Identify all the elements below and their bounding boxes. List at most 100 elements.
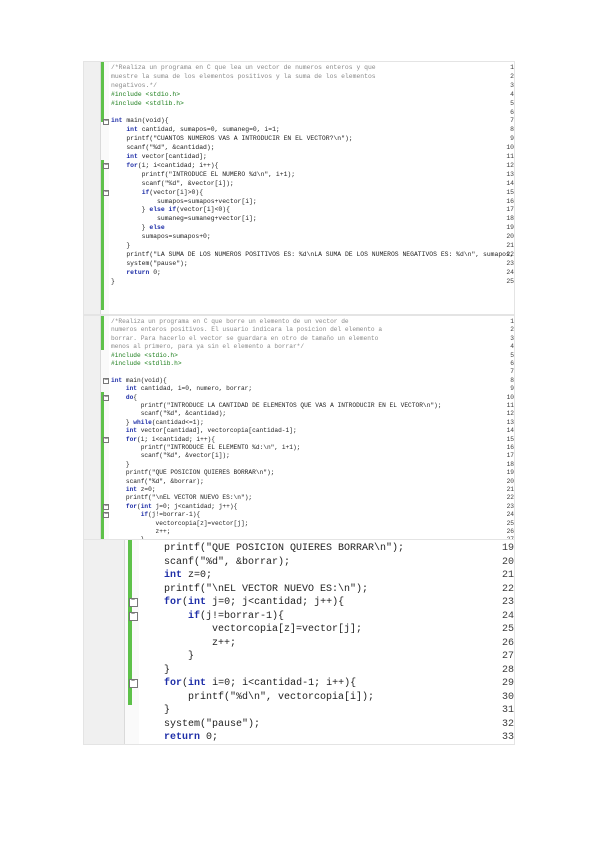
code-line[interactable]: 18 sumaneg=sumaneg+vector[i]; [84, 215, 514, 224]
code-line[interactable]: 20 scanf("%d", &borrar); [84, 478, 514, 486]
code-line[interactable]: 9 printf("CUANTOS NUMEROS VAS A INTRODUC… [84, 135, 514, 144]
line-number: 4 [510, 343, 514, 351]
code-line[interactable]: 24 return 0; [84, 269, 514, 278]
code-line[interactable]: 25} [84, 278, 514, 287]
fold-toggle-icon[interactable]: − [103, 190, 109, 197]
code-line[interactable]: 29 for(int i=0; i<cantidad-1; i++){ [84, 677, 514, 691]
code-line[interactable]: 16 printf("INTRODUCE EL ELEMENTO %d:\n",… [84, 444, 514, 452]
code-text: scanf("%d", &vector[i]); [111, 179, 234, 187]
code-line[interactable]: 7 [84, 368, 514, 376]
code-line[interactable]: 12 for(i; i<cantidad; i++){ [84, 162, 514, 171]
fold-toggle-icon[interactable]: − [103, 378, 109, 385]
code-editor-2[interactable]: 1 /*Realiza un programa en C que borre un… [84, 316, 514, 540]
code-line[interactable]: 5 #include <stdlib.h> [84, 100, 514, 109]
fold-toggle-icon[interactable]: − [128, 611, 138, 621]
code-line[interactable]: 5 #include <stdio.h> [84, 352, 514, 360]
code-line[interactable]: 22 printf("LA SUMA DE LOS NUMEROS POSITI… [84, 251, 514, 260]
code-text: for(int j=0; j<cantidad; j++){ [164, 597, 345, 608]
code-line[interactable]: 23 system("pause"); [84, 260, 514, 269]
code-line[interactable]: 6 #include <stdlib.h> [84, 360, 514, 368]
code-editor-1[interactable]: 1 /*Realiza un programa en C que lea un v… [84, 62, 514, 314]
fold-toggle-icon[interactable]: − [103, 163, 109, 170]
code-line[interactable]: 31 } [84, 704, 514, 718]
code-line[interactable]: 1 /*Realiza un programa en C que lea un v… [84, 64, 514, 73]
code-line[interactable]: 32 system("pause"); [84, 718, 514, 732]
code-line[interactable]: 24 if(j!=borrar-1){ [84, 610, 514, 624]
code-line[interactable]: 4 #include <stdio.h> [84, 91, 514, 100]
code-line[interactable]: 2 numeros enteros positivos. El usuario i… [84, 326, 514, 334]
code-line[interactable]: 6 [84, 109, 514, 118]
code-text: } [140, 664, 171, 676]
code-line[interactable]: 8 int main(void){ [84, 377, 514, 385]
code-line[interactable]: 10 do{ [84, 394, 514, 402]
line-number: 25 [506, 277, 514, 285]
code-line[interactable]: 3 borrar. Para hacerlo el vector se guard… [84, 335, 514, 343]
line-number: 16 [506, 197, 514, 205]
code-text: int z=0; [164, 570, 213, 581]
code-line[interactable]: 20 scanf("%d", &borrar); [84, 556, 514, 570]
code-line[interactable]: 15 for(i; i<cantidad; i++){ [84, 436, 514, 444]
code-line[interactable]: 8 int cantidad, sumapos=0, sumaneg=0, i=… [84, 126, 514, 135]
line-number: 19 [506, 469, 514, 477]
code-line[interactable]: 25 vectorcopia[z]=vector[j]; [84, 520, 514, 528]
code-line[interactable]: 2 muestre la suma de los elementos positi… [84, 73, 514, 82]
fold-toggle-icon[interactable]: − [103, 394, 109, 401]
code-line[interactable]: 16 sumapos=sumapos+vector[i]; [84, 198, 514, 207]
code-editor-3[interactable]: 19 printf("QUE POSICION QUIERES BORRAR\n… [84, 540, 514, 744]
code-line[interactable]: 22 printf("\nEL VECTOR NUEVO ES:\n"); [84, 583, 514, 597]
code-line[interactable]: 22 printf("\nEL VECTOR NUEVO ES:\n"); [84, 494, 514, 502]
code-line[interactable]: 24 if(j!=borrar-1){ [84, 511, 514, 519]
code-line[interactable]: 18 } [84, 461, 514, 469]
code-line[interactable]: 10 scanf("%d", &cantidad); [84, 144, 514, 153]
code-line[interactable]: 17 scanf("%d", &vector[i]); [84, 452, 514, 460]
code-text: printf("INTRODUCE LA CANTIDAD DE ELEMENT… [111, 402, 442, 409]
code-line[interactable]: 28 } [84, 664, 514, 678]
fold-toggle-icon[interactable]: − [103, 504, 109, 511]
code-text: vectorcopia[z]=vector[j]; [111, 519, 249, 527]
code-line[interactable]: 21 int z=0; [84, 486, 514, 494]
line-number: 24 [506, 511, 514, 519]
code-text: printf("CUANTOS NUMEROS VAS A INTRODUCIR… [111, 135, 353, 143]
code-line[interactable]: 19 } else [84, 224, 514, 233]
code-line[interactable]: 25 vectorcopia[z]=vector[j]; [84, 623, 514, 637]
line-number: 20 [506, 477, 514, 485]
code-line[interactable]: 13 printf("INTRODUCE EL NUMERO %d\n", i+… [84, 171, 514, 180]
fold-toggle-icon[interactable]: − [103, 436, 109, 443]
code-line[interactable]: 7 int main(void){ [84, 117, 514, 126]
code-line[interactable]: 14 int vector[cantidad], vectorcopia[can… [84, 427, 514, 435]
fold-toggle-icon[interactable]: − [103, 512, 109, 519]
code-line[interactable]: 30 printf("%d\n", vectorcopia[i]); [84, 691, 514, 705]
code-line[interactable]: 15 if(vector[i]>0){ [84, 189, 514, 198]
code-line[interactable]: 13 } while(cantidad<=1); [84, 419, 514, 427]
code-line[interactable]: 23 for(int j=0; j<cantidad; j++){ [84, 503, 514, 511]
code-line[interactable]: 33 return 0; [84, 731, 514, 744]
fold-toggle-icon[interactable]: − [128, 598, 138, 608]
code-line[interactable]: 23 for(int j=0; j<cantidad; j++){ [84, 596, 514, 610]
code-line[interactable]: 11 int vector[cantidad]; [84, 153, 514, 162]
code-line[interactable]: 3 negativos.*/ [84, 82, 514, 91]
line-number: 33 [501, 732, 514, 743]
code-line[interactable]: 11 printf("INTRODUCE LA CANTIDAD DE ELEM… [84, 402, 514, 410]
code-line[interactable]: 27 } [84, 650, 514, 664]
code-line[interactable]: 4 menos al primero, para ya sin el elemen… [84, 343, 514, 351]
code-line[interactable]: 26 z++; [84, 637, 514, 651]
code-line[interactable]: 17 } else if(vector[i]<0){ [84, 206, 514, 215]
code-text: printf("QUE POSICION QUIERES BORRAR\n"); [111, 469, 275, 477]
code-line[interactable]: 21 } [84, 242, 514, 251]
code-line[interactable]: 1 /*Realiza un programa en C que borre un… [84, 318, 514, 326]
line-number: 30 [501, 691, 514, 703]
code-line[interactable]: 19 printf("QUE POSICION QUIERES BORRAR\n… [84, 542, 514, 556]
code-line[interactable]: 12 scanf("%d", &cantidad); [84, 410, 514, 418]
fold-toggle-icon[interactable]: − [103, 118, 109, 125]
code-line[interactable]: 9 int cantidad, i=0, numero, borrar; [84, 385, 514, 393]
code-line[interactable]: 19 printf("QUE POSICION QUIERES BORRAR\n… [84, 469, 514, 477]
fold-toggle-icon[interactable]: − [128, 679, 138, 689]
code-line[interactable]: 26 z++; [84, 528, 514, 536]
code-line[interactable]: 14 scanf("%d", &vector[i]); [84, 180, 514, 189]
line-number: 24 [506, 268, 514, 276]
code-line[interactable]: 20 sumapos=sumapos+0; [84, 233, 514, 242]
code-text: z++; [111, 528, 171, 535]
line-number: 2 [510, 326, 514, 334]
code-text: for(int i=0; i<cantidad-1; i++){ [164, 678, 357, 689]
code-line[interactable]: 21 int z=0; [84, 569, 514, 583]
